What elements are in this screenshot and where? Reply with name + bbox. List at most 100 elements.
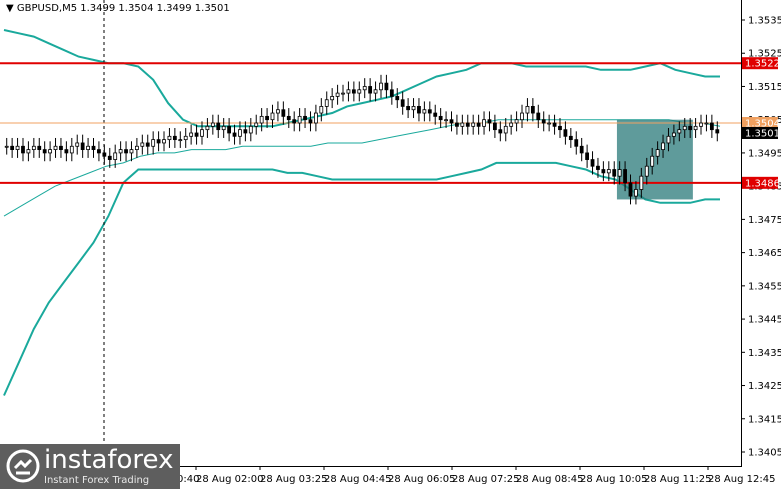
candle-body bbox=[362, 86, 367, 91]
candle-body bbox=[709, 122, 714, 131]
candle-body bbox=[194, 132, 199, 137]
candle-body bbox=[254, 122, 259, 127]
candle-body bbox=[563, 129, 568, 137]
candle-body bbox=[200, 129, 204, 137]
candle-body bbox=[693, 125, 698, 131]
y-tick-label: 1.3435 bbox=[748, 348, 781, 359]
candle-body bbox=[498, 129, 503, 134]
candle-body bbox=[547, 122, 552, 125]
instaforex-logo-icon bbox=[6, 449, 40, 483]
candle-body bbox=[525, 106, 530, 114]
candle-body bbox=[297, 115, 302, 124]
candle-body bbox=[205, 125, 210, 131]
candle-body bbox=[31, 145, 36, 150]
candle-body bbox=[671, 132, 676, 137]
candle-body bbox=[552, 122, 557, 127]
dropdown-triangle-icon[interactable]: ▼ bbox=[6, 3, 14, 14]
y-tick-label: 1.3405 bbox=[748, 448, 781, 459]
candle-body bbox=[666, 135, 671, 144]
candle-body bbox=[455, 122, 459, 127]
candle-body bbox=[80, 142, 85, 150]
candle-body bbox=[596, 165, 600, 170]
candle-body bbox=[655, 149, 660, 157]
candle-body bbox=[346, 89, 351, 94]
candle-body bbox=[221, 125, 226, 131]
candle-body bbox=[644, 165, 649, 177]
y-tick-label: 1.3465 bbox=[748, 248, 781, 259]
candle-body bbox=[124, 149, 128, 154]
candle-body bbox=[639, 175, 644, 190]
x-tick-label: 28 Aug 08:45 bbox=[516, 474, 583, 485]
candle-body bbox=[471, 122, 476, 127]
candle-body bbox=[634, 189, 638, 197]
y-tick-label: 1.3475 bbox=[748, 215, 781, 226]
candle-body bbox=[395, 96, 400, 101]
candle-body bbox=[449, 119, 454, 124]
candle-body bbox=[64, 149, 69, 154]
candle-body bbox=[210, 122, 215, 127]
candle-body bbox=[113, 152, 118, 160]
y-tick-label: 1.3425 bbox=[748, 381, 781, 392]
candle-body bbox=[444, 119, 448, 122]
level-label-resistance: 1.3522 bbox=[745, 59, 780, 70]
candle-body bbox=[330, 96, 335, 101]
candle-body bbox=[541, 119, 546, 124]
level-label-support: 1.3486 bbox=[745, 178, 780, 189]
candle-body bbox=[227, 125, 232, 134]
x-tick-label: 28 Aug 07:25 bbox=[452, 474, 519, 485]
candle-body bbox=[162, 139, 166, 144]
candle-body bbox=[319, 106, 324, 114]
x-tick-label: 28 Aug 06:05 bbox=[388, 474, 455, 485]
candle-body bbox=[172, 135, 177, 141]
candle-body bbox=[682, 125, 687, 131]
x-tick-label: 28 Aug 10:05 bbox=[580, 474, 647, 485]
logo-tagline: Instant Forex Trading bbox=[44, 475, 150, 486]
candle-body bbox=[357, 89, 362, 94]
candle-body bbox=[514, 119, 519, 124]
candle-body bbox=[704, 122, 709, 125]
candle-body bbox=[568, 135, 573, 141]
candle-body bbox=[276, 109, 280, 114]
candle-body bbox=[650, 155, 655, 167]
y-tick-label: 1.3455 bbox=[748, 281, 781, 292]
candle-body bbox=[438, 115, 443, 121]
candle-body bbox=[606, 169, 611, 174]
candle-body bbox=[259, 115, 264, 124]
candle-body bbox=[574, 139, 579, 147]
candle-body bbox=[270, 112, 275, 121]
candle-body bbox=[427, 109, 432, 114]
logo-brand: instaforex bbox=[44, 445, 174, 475]
candle-body bbox=[558, 125, 562, 131]
candle-body bbox=[248, 125, 253, 134]
y-tick-label: 1.3415 bbox=[748, 414, 781, 425]
candle-body bbox=[303, 115, 307, 121]
candle-body bbox=[178, 139, 183, 142]
candle-body bbox=[536, 112, 541, 121]
candle-body bbox=[10, 145, 15, 150]
candle-body bbox=[677, 129, 682, 134]
candle-body bbox=[465, 122, 470, 127]
candle-body bbox=[75, 142, 80, 147]
candle-body bbox=[145, 142, 150, 147]
candle-body bbox=[433, 112, 438, 117]
candle-body bbox=[53, 145, 58, 150]
candle-body bbox=[91, 145, 96, 150]
candle-body bbox=[601, 169, 606, 174]
candle-body bbox=[585, 152, 590, 160]
candle-body bbox=[509, 122, 514, 127]
last-price-label: 1.3501 bbox=[745, 128, 780, 139]
candle-body bbox=[151, 139, 156, 147]
candle-body bbox=[21, 145, 25, 154]
candle-body bbox=[476, 122, 481, 127]
candle-body bbox=[612, 169, 617, 177]
candle-body bbox=[422, 109, 427, 114]
candle-body bbox=[617, 169, 622, 177]
candle-body bbox=[623, 169, 627, 184]
x-tick-label: 28 Aug 04:45 bbox=[324, 474, 391, 485]
candle-body bbox=[26, 149, 31, 154]
chart-header: ▼ GBPUSD,M5 1.3499 1.3504 1.3499 1.3501 bbox=[6, 3, 230, 14]
candle-body bbox=[59, 145, 63, 150]
candle-body bbox=[503, 125, 508, 134]
candle-body bbox=[411, 106, 416, 111]
candle-body bbox=[134, 145, 139, 150]
